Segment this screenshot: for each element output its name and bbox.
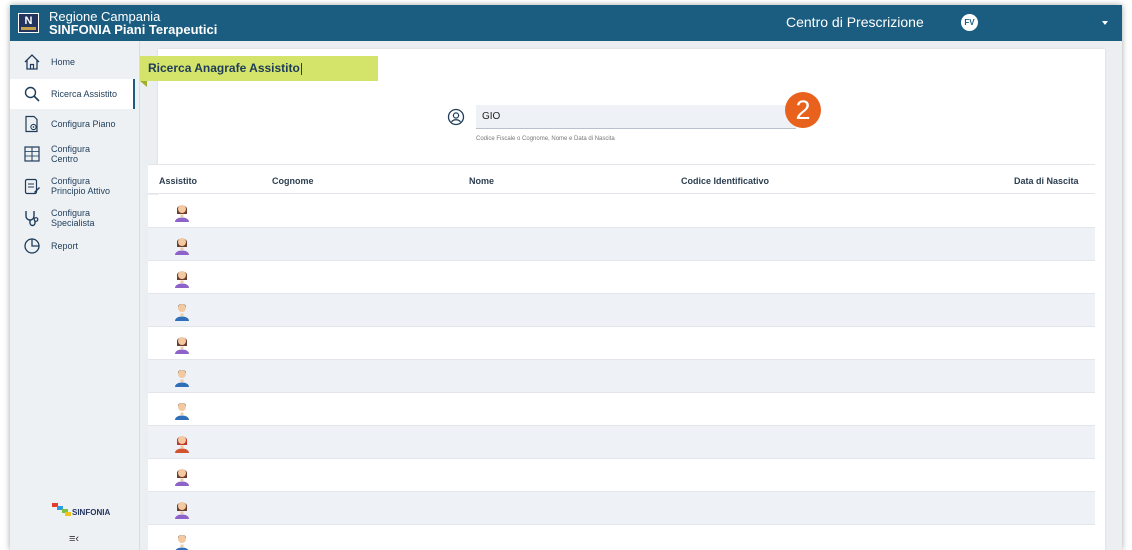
patient-avatar-icon	[175, 238, 189, 255]
patient-avatar-icon	[175, 370, 189, 387]
table-row[interactable]	[148, 393, 1095, 426]
search-input[interactable]	[476, 105, 796, 129]
column-header-nome[interactable]: Nome	[469, 176, 494, 186]
sidebar-item-label: Report	[51, 241, 79, 251]
sidebar-item-label: Configura Principio Attivo	[51, 176, 111, 196]
table-row[interactable]	[148, 492, 1095, 525]
patient-avatar-icon	[175, 535, 189, 550]
patient-avatar-icon	[175, 304, 189, 321]
sidebar-item-home[interactable]: Home	[10, 47, 134, 77]
table-row[interactable]	[148, 261, 1095, 294]
center-selector[interactable]: Centro di Prescrizione	[786, 14, 924, 30]
page-title-text: Ricerca Anagrafe Assistito	[148, 61, 300, 75]
document-gear-icon	[25, 115, 38, 133]
title-ribbon-fold	[140, 81, 147, 87]
sidebar-item-ricerca-assistito[interactable]: Ricerca Assistito	[10, 79, 135, 109]
table-row[interactable]	[148, 525, 1095, 550]
column-header-assistito[interactable]: Assistito	[159, 176, 197, 186]
patient-avatar-icon	[175, 436, 189, 453]
table-row[interactable]	[148, 228, 1095, 261]
table-row[interactable]	[148, 426, 1095, 459]
table-header: Assistito Cognome Nome Codice Identifica…	[148, 164, 1095, 194]
table-row[interactable]	[148, 294, 1095, 327]
patient-avatar-icon	[175, 469, 189, 486]
sidebar-item-configura-principio-attivo[interactable]: Configura Principio Attivo	[10, 171, 134, 201]
column-header-codice-identificativo[interactable]: Codice Identificativo	[681, 176, 769, 186]
collapse-sidebar-icon[interactable]: ≡‹	[69, 533, 79, 545]
logo-stripe	[21, 27, 36, 30]
patient-avatar-icon	[175, 337, 189, 354]
building-icon	[24, 146, 40, 162]
sidebar-item-label: Configura Piano	[51, 119, 116, 129]
pie-chart-icon	[24, 238, 40, 254]
table-row[interactable]	[148, 195, 1095, 228]
sinfonia-logo-text: SINFONIA	[72, 508, 111, 517]
user-avatar[interactable]: FV	[961, 14, 978, 31]
clipboard-edit-icon	[24, 178, 40, 195]
column-header-cognome[interactable]: Cognome	[272, 176, 314, 186]
search-icon	[24, 86, 40, 102]
sidebar-item-label: Ricerca Assistito	[51, 89, 118, 99]
sidebar: Home Ricerca Assistito Configura Piano C…	[10, 41, 140, 550]
patient-avatar-icon	[175, 205, 189, 222]
sidebar-item-report[interactable]: Report	[10, 231, 134, 261]
logo-letter: N	[24, 15, 33, 27]
user-circle-icon	[447, 108, 465, 126]
top-bar: N Regione Campania SINFONIA Piani Terape…	[10, 5, 1122, 41]
stethoscope-icon	[25, 211, 39, 227]
sidebar-item-label: Configura Centro	[51, 144, 91, 164]
patient-avatar-icon	[175, 271, 189, 288]
text-cursor	[300, 62, 302, 75]
home-icon	[24, 54, 40, 70]
search-help-text: Codice Fiscale o Cognome, Nome e Data di…	[476, 136, 615, 142]
chevron-down-icon[interactable]	[1102, 21, 1108, 25]
sidebar-item-configura-centro[interactable]: Configura Centro	[10, 139, 134, 169]
sinfonia-logo-icon	[52, 503, 71, 516]
table-row[interactable]	[148, 327, 1095, 360]
sidebar-item-label: Configura Specialista	[51, 208, 95, 228]
table-row[interactable]	[148, 459, 1095, 492]
brand-app-name: SINFONIA Piani Terapeutici	[49, 22, 218, 37]
table-row[interactable]	[148, 360, 1095, 393]
page-title: Ricerca Anagrafe Assistito	[140, 56, 378, 81]
sidebar-item-label: Home	[51, 57, 76, 67]
regione-logo[interactable]: N	[18, 13, 39, 33]
patient-avatar-icon	[175, 403, 189, 420]
patient-avatar-icon	[175, 502, 189, 519]
step-badge: 2	[785, 92, 821, 128]
sidebar-item-configura-piano[interactable]: Configura Piano	[10, 109, 134, 139]
sidebar-item-configura-specialista[interactable]: Configura Specialista	[10, 203, 134, 233]
sinfonia-logo: SINFONIA	[52, 502, 122, 522]
column-header-data-di-nascita[interactable]: Data di Nascita	[1014, 176, 1079, 186]
